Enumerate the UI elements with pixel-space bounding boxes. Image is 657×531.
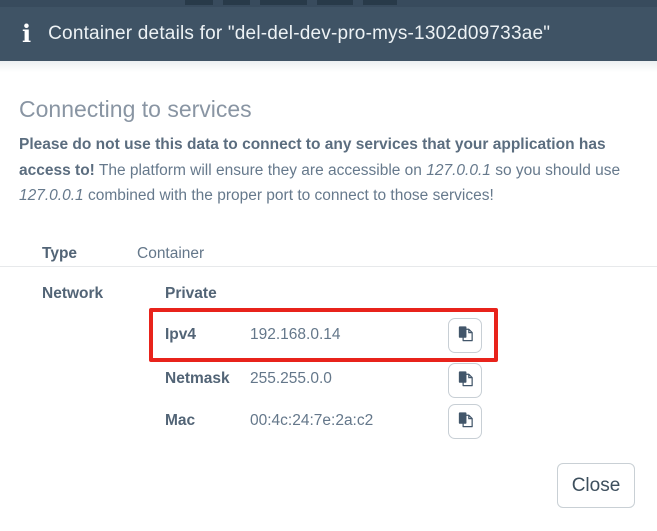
warning-body-1: The platform will ensure they are access… [95,162,426,179]
info-icon: i [22,22,31,46]
type-label: Type [42,245,77,263]
mac-value: 00:4c:24:7e:2a:c2 [250,412,373,430]
modal-header: i Container details for "del-del-dev-pro… [0,7,657,61]
copy-mac-button[interactable] [448,404,482,439]
background-page-strip [0,0,657,7]
header-shadow [0,61,657,72]
ipv4-label: Ipv4 [165,326,196,344]
network-label: Network [42,285,103,303]
network-value: Private [165,285,217,303]
copy-icon [456,410,475,433]
container-details-dialog: i Container details for "del-del-dev-pro… [0,0,657,531]
copy-ipv4-button[interactable] [448,318,482,353]
background-page-remnant [185,0,213,5]
type-value: Container [137,245,204,263]
background-page-remnant [363,0,397,5]
netmask-label: Netmask [165,370,230,388]
background-page-remnant [223,0,250,5]
warning-body-3: combined with the proper port to connect… [84,187,494,204]
warning-text: Please do not use this data to connect t… [19,132,637,209]
warning-body-2: so you should use [491,162,620,179]
close-button[interactable]: Close [557,463,635,508]
background-page-remnant [260,0,307,5]
modal-title: Container details for "del-del-dev-pro-m… [48,23,550,45]
row-divider [0,266,657,267]
loopback-address-1: 127.0.0.1 [426,162,491,179]
ipv4-value: 192.168.0.14 [250,326,341,344]
mac-label: Mac [165,412,195,430]
loopback-address-2: 127.0.0.1 [19,187,84,204]
copy-icon [456,324,475,347]
copy-icon [456,369,475,392]
netmask-value: 255.255.0.0 [250,370,332,388]
background-page-remnant [317,0,353,5]
section-heading: Connecting to services [19,96,252,123]
copy-netmask-button[interactable] [448,363,482,398]
